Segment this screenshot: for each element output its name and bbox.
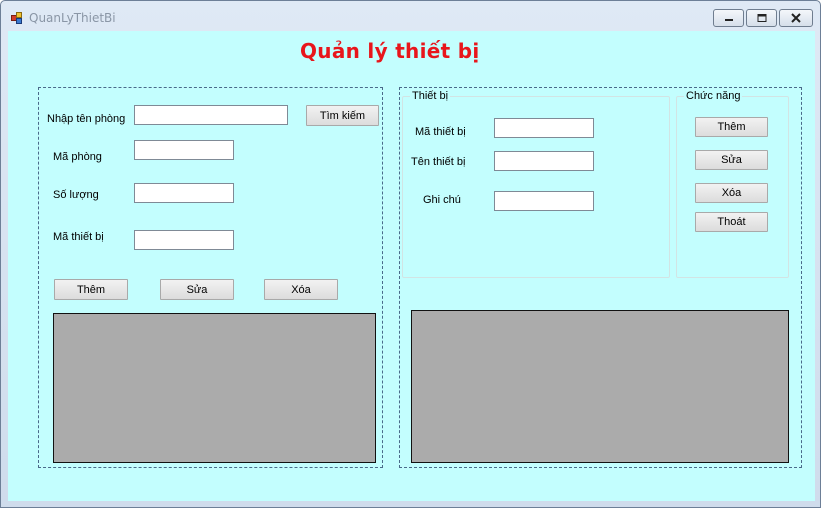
device-group-legend: Thiết bị — [410, 90, 451, 103]
minimize-icon — [724, 19, 733, 21]
function-add-button[interactable]: Thêm — [695, 117, 768, 137]
room-code-label: Mã phòng — [53, 151, 102, 163]
quantity-input[interactable] — [134, 183, 234, 203]
device-data-grid[interactable] — [411, 310, 789, 463]
function-group-legend: Chức năng — [684, 90, 743, 103]
room-panel: Nhập tên phòng Tìm kiếm Mã phòng Số lượn… — [38, 87, 383, 468]
quantity-label: Số lượng — [53, 189, 99, 201]
search-room-label: Nhập tên phòng — [47, 113, 126, 125]
close-icon — [791, 13, 801, 23]
device-code-label: Mã thiết bị — [415, 126, 466, 138]
room-delete-button[interactable]: Xóa — [264, 279, 338, 300]
room-data-grid[interactable] — [53, 313, 376, 463]
form-title: Quản lý thiết bị — [300, 39, 480, 63]
room-device-code-label: Mã thiết bị — [53, 231, 104, 243]
search-button[interactable]: Tìm kiếm — [306, 105, 379, 126]
function-group: Chức năng Thêm Sửa Xóa Thoát — [676, 90, 789, 278]
device-group: Thiết bị Mã thiết bị Tên thiết bị Ghi ch… — [402, 90, 670, 278]
maximize-icon — [757, 14, 766, 22]
maximize-button[interactable] — [746, 9, 777, 27]
room-edit-button[interactable]: Sửa — [160, 279, 234, 300]
exit-button[interactable]: Thoát — [695, 212, 768, 232]
device-name-input[interactable] — [494, 151, 594, 171]
function-delete-button[interactable]: Xóa — [695, 183, 768, 203]
note-label: Ghi chú — [423, 194, 461, 206]
room-code-input[interactable] — [134, 140, 234, 160]
minimize-button[interactable] — [713, 9, 744, 27]
title-bar[interactable]: QuanLyThietBi — [1, 1, 820, 31]
close-button[interactable] — [779, 9, 813, 27]
function-edit-button[interactable]: Sửa — [695, 150, 768, 170]
room-device-code-input[interactable] — [134, 230, 234, 250]
form-client-area: Quản lý thiết bị Nhập tên phòng Tìm kiếm… — [8, 31, 815, 501]
device-name-label: Tên thiết bị — [411, 156, 466, 168]
note-input[interactable] — [494, 191, 594, 211]
search-room-input[interactable] — [134, 105, 288, 125]
window-title: QuanLyThietBi — [29, 11, 116, 25]
device-panel: Thiết bị Mã thiết bị Tên thiết bị Ghi ch… — [399, 87, 802, 468]
room-add-button[interactable]: Thêm — [54, 279, 128, 300]
main-window: QuanLyThietBi Quản lý thiết bị Nhập tên … — [0, 0, 821, 508]
app-icon — [11, 12, 23, 24]
device-code-input[interactable] — [494, 118, 594, 138]
